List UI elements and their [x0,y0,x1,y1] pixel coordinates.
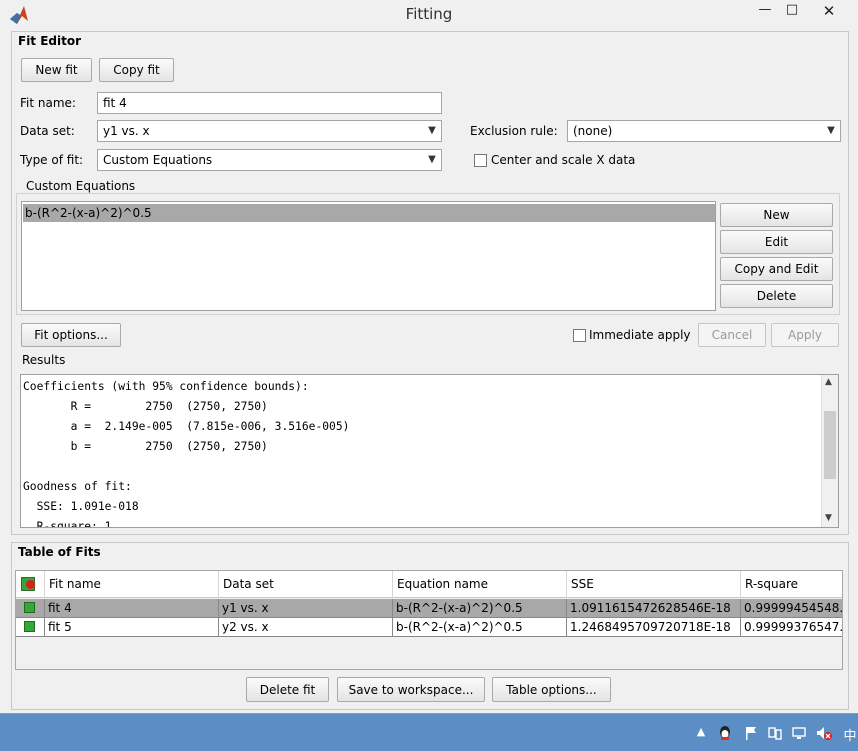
fit-options-button[interactable]: Fit options... [21,323,121,347]
qq-icon[interactable] [716,725,734,741]
column-header-sse[interactable]: SSE [567,571,741,598]
exclusion-rule-select[interactable]: (none) ▼ [567,120,841,142]
table-of-fits-heading: Table of Fits [18,545,101,559]
new-equation-button[interactable]: New [720,203,833,227]
window-title: Fitting [405,5,453,23]
cancel-button[interactable]: Cancel [698,323,766,347]
exclusion-rule-label: Exclusion rule: [470,124,558,138]
column-header-r-square[interactable]: R-square [741,571,842,598]
maximize-button[interactable]: □ [780,2,804,22]
table-row[interactable]: fit 4 y1 vs. x b-(R^2-(x-a)^2)^0.5 1.091… [16,599,842,618]
chevron-down-icon: ▼ [428,154,436,165]
r-square-cell: 0.99999454548... [741,599,842,618]
copy-fit-button[interactable]: Copy fit [99,58,174,82]
scroll-down-icon[interactable]: ▼ [825,513,832,523]
close-button[interactable]: ✕ [810,2,848,22]
fit-name-label: Fit name: [20,96,76,110]
network-icon[interactable] [766,725,784,741]
chevron-down-icon: ▼ [827,125,835,136]
equation-list[interactable]: b-(R^2-(x-a)^2)^0.5 [21,201,716,311]
title-bar: Fitting — □ ✕ [0,0,858,30]
copy-and-edit-button[interactable]: Copy and Edit [720,257,833,281]
column-header-fit-name[interactable]: Fit name [45,571,219,598]
results-scrollbar[interactable]: ▲ ▼ [821,375,838,527]
chevron-down-icon: ▼ [428,125,436,136]
equation-cell: b-(R^2-(x-a)^2)^0.5 [393,599,567,618]
center-scale-label: Center and scale X data [491,153,636,167]
data-set-value: y1 vs. x [103,124,150,138]
equation-list-item[interactable]: b-(R^2-(x-a)^2)^0.5 [23,204,715,222]
red-dot-icon [26,580,35,589]
sse-cell: 1.0911615472628546E-18 [567,599,741,618]
type-of-fit-value: Custom Equations [103,153,213,167]
ime-indicator[interactable]: 中 [842,725,858,744]
results-label: Results [22,353,66,367]
data-set-cell: y2 vs. x [219,618,393,637]
chevron-up-icon[interactable]: ▲ [694,725,708,741]
display-icon[interactable] [790,725,808,741]
center-scale-checkbox[interactable] [474,154,487,167]
type-of-fit-select[interactable]: Custom Equations ▼ [97,149,442,171]
status-green-icon [24,621,35,632]
apply-button[interactable]: Apply [771,323,839,347]
sse-cell: 1.2468495709720718E-18 [567,618,741,637]
immediate-apply-label: Immediate apply [589,328,691,342]
column-header-data-set[interactable]: Data set [219,571,393,598]
column-header-equation-name[interactable]: Equation name [393,571,567,598]
fit-name-cell: fit 4 [45,599,219,618]
taskbar: ▲ 中 [0,713,858,751]
volume-muted-icon[interactable] [814,725,834,741]
scrollbar-thumb[interactable] [824,411,836,479]
equation-cell: b-(R^2-(x-a)^2)^0.5 [393,618,567,637]
data-set-label: Data set: [20,124,75,138]
data-set-select[interactable]: y1 vs. x ▼ [97,120,442,142]
fits-table[interactable]: Fit name Data set Equation name SSE R-sq… [15,570,843,670]
status-column-header[interactable] [16,571,45,598]
fit-name-cell: fit 5 [45,618,219,637]
edit-equation-button[interactable]: Edit [720,230,833,254]
table-options-button[interactable]: Table options... [492,677,611,702]
delete-fit-button[interactable]: Delete fit [246,677,329,702]
results-text-area[interactable]: Coefficients (with 95% confidence bounds… [20,374,839,528]
results-text: Coefficients (with 95% confidence bounds… [23,380,350,528]
table-row[interactable]: fit 5 y2 vs. x b-(R^2-(x-a)^2)^0.5 1.246… [16,618,842,637]
status-cell [16,618,45,637]
fit-name-input[interactable]: fit 4 [97,92,442,114]
flag-icon[interactable] [742,725,760,741]
delete-equation-button[interactable]: Delete [720,284,833,308]
type-of-fit-label: Type of fit: [20,153,84,167]
scroll-up-icon[interactable]: ▲ [825,377,832,387]
minimize-button[interactable]: — [752,2,778,22]
status-cell [16,599,45,618]
fit-editor-heading: Fit Editor [18,34,82,48]
status-green-icon [24,602,35,613]
data-set-cell: y1 vs. x [219,599,393,618]
immediate-apply-checkbox[interactable] [573,329,586,342]
save-to-workspace-button[interactable]: Save to workspace... [337,677,485,702]
new-fit-button[interactable]: New fit [21,58,92,82]
exclusion-rule-value: (none) [573,124,613,138]
r-square-cell: 0.99999376547... [741,618,842,637]
custom-equations-label: Custom Equations [24,179,138,193]
